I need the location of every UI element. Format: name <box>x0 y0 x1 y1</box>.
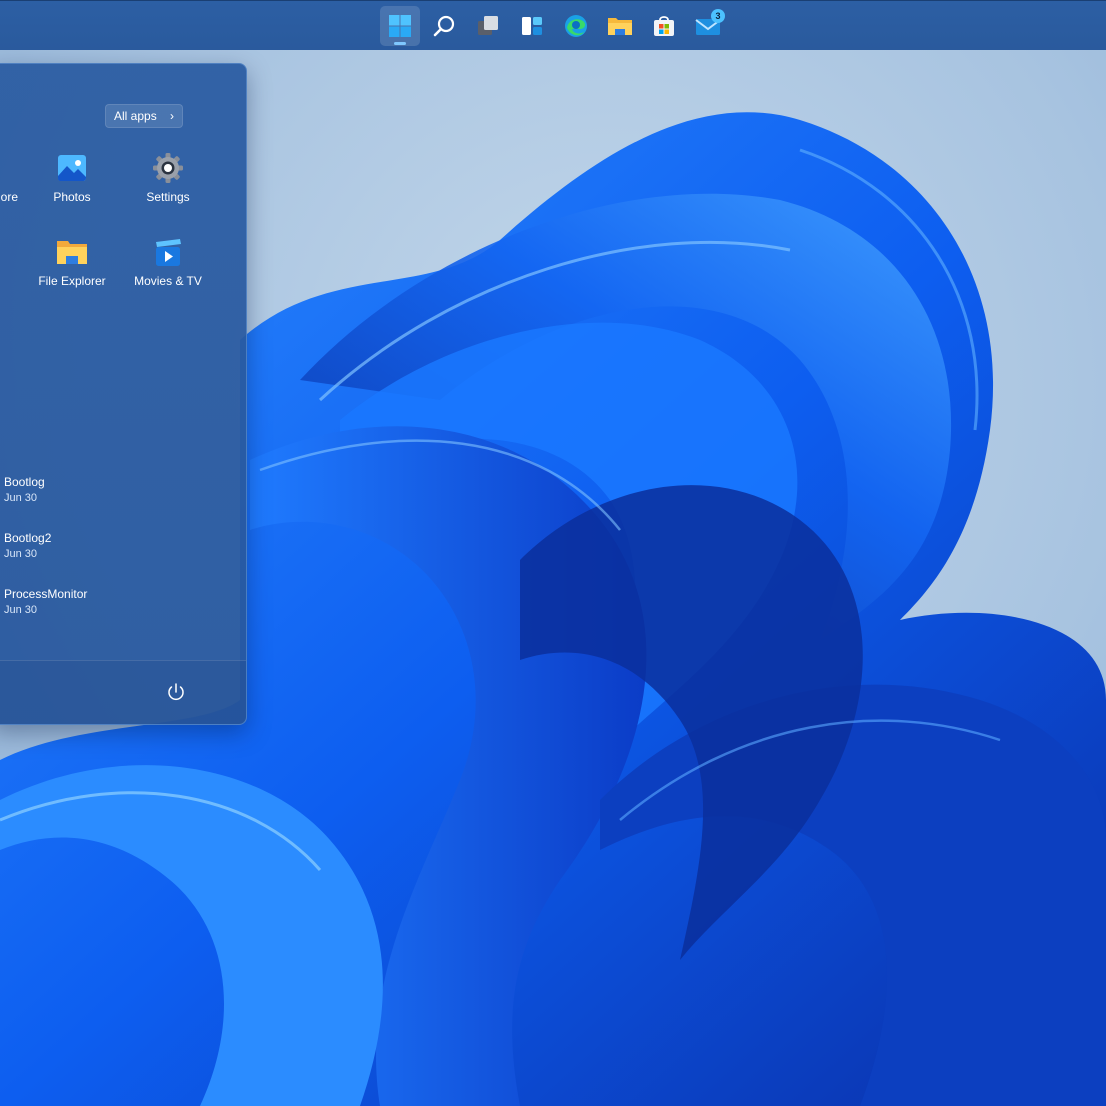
pinned-app-settings[interactable]: Settings <box>120 148 216 228</box>
mail-button[interactable]: 3 <box>688 6 728 46</box>
edge-button[interactable] <box>556 6 596 46</box>
recommended-item-date: Jun 30 <box>4 548 38 560</box>
widgets-icon <box>522 17 542 35</box>
taskbar: 3 <box>0 0 1106 50</box>
all-apps-label: All apps <box>114 109 157 123</box>
chevron-right-icon: › <box>170 109 174 123</box>
recommended-item[interactable]: Bootlog2 Jun 30 <box>4 531 184 571</box>
pinned-app-partial-label: ore <box>1 190 18 204</box>
recommended-item[interactable]: ProcessMonitor Jun 30 <box>4 587 184 627</box>
mail-unread-badge: 3 <box>711 9 725 23</box>
folder-icon <box>608 18 632 35</box>
windows-logo-icon <box>389 15 411 37</box>
pinned-app-file-explorer[interactable]: File Explorer <box>24 232 120 312</box>
folder-icon <box>57 241 87 264</box>
widgets-button[interactable] <box>512 6 552 46</box>
pinned-app-label: Photos <box>53 190 91 204</box>
all-apps-button[interactable]: All apps › <box>105 104 183 128</box>
pinned-app-movies-tv[interactable]: Movies & TV <box>120 232 216 312</box>
search-button[interactable] <box>424 6 464 46</box>
pinned-app-photos[interactable]: Photos <box>24 148 120 228</box>
search-icon <box>433 15 455 37</box>
recommended-item-date: Jun 30 <box>4 492 38 504</box>
task-view-icon <box>478 16 498 35</box>
pinned-app-label: Movies & TV <box>134 274 202 288</box>
power-button[interactable] <box>163 679 189 705</box>
store-button[interactable] <box>644 6 684 46</box>
task-view-button[interactable] <box>468 6 508 46</box>
pinned-app-label: Settings <box>146 190 190 204</box>
start-button[interactable] <box>380 6 420 46</box>
pinned-app-label: File Explorer <box>38 274 106 288</box>
movies-tv-icon <box>156 239 181 266</box>
recommended-item-name: ProcessMonitor <box>4 587 88 601</box>
edge-icon <box>565 15 587 37</box>
start-menu: All apps › ore Photos Settings File Expl… <box>0 63 247 725</box>
recommended-item[interactable]: Bootlog Jun 30 <box>4 475 184 515</box>
store-icon <box>654 16 674 36</box>
recommended-item-name: Bootlog2 <box>4 531 52 545</box>
recommended-item-name: Bootlog <box>4 475 45 489</box>
recommended-item-date: Jun 30 <box>4 604 38 616</box>
gear-icon <box>153 153 183 183</box>
file-explorer-button[interactable] <box>600 6 640 46</box>
power-icon <box>168 683 184 701</box>
start-menu-footer <box>0 660 246 724</box>
photos-icon <box>58 155 86 181</box>
